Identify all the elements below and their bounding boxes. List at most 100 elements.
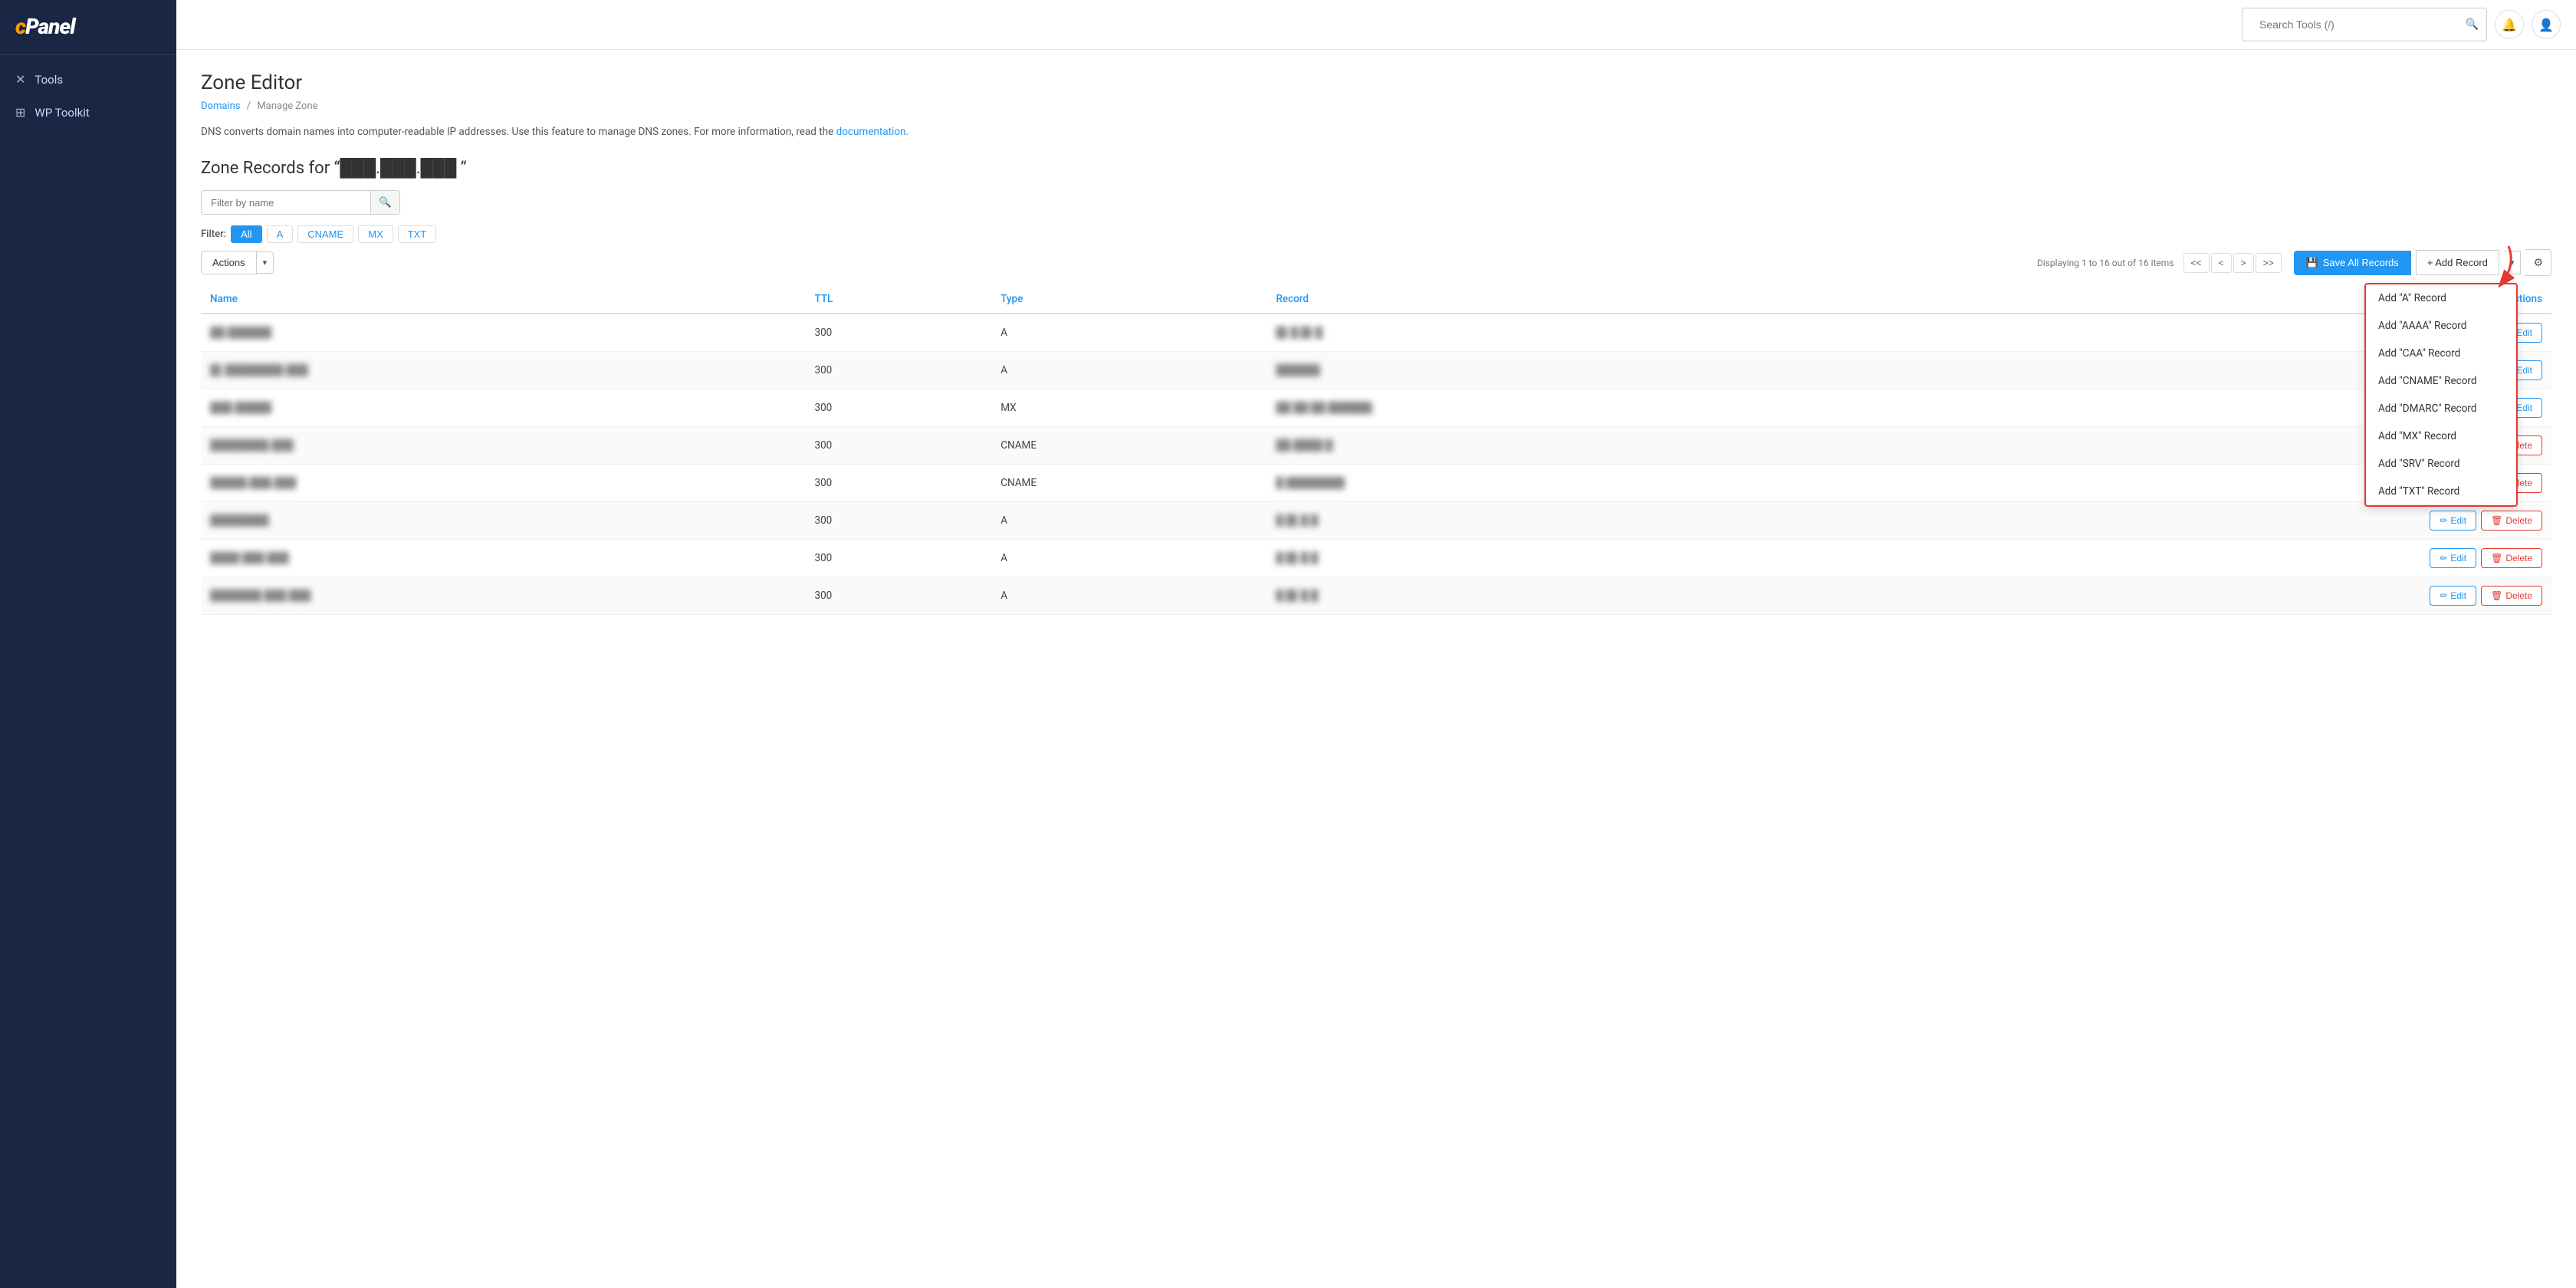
pagination-first-button[interactable]: << bbox=[2183, 253, 2210, 273]
pagination: << < > >> bbox=[2183, 253, 2282, 273]
filter-all-button[interactable]: All bbox=[231, 225, 261, 243]
cell-ttl: 300 bbox=[805, 389, 991, 427]
notification-button[interactable]: 🔔 bbox=[2495, 10, 2524, 39]
cell-actions: ✏ Edit 🗑 Delete bbox=[1888, 502, 2551, 540]
description-text: DNS converts domain names into computer-… bbox=[201, 124, 2551, 140]
documentation-link[interactable]: documentation bbox=[836, 126, 906, 138]
pencil-icon: ✏ bbox=[2440, 553, 2447, 564]
add-a-record-item[interactable]: Add "A" Record bbox=[2366, 284, 2516, 312]
search-tools-input[interactable] bbox=[2250, 13, 2466, 36]
sidebar-nav: ✕ Tools ⊞ WP Toolkit bbox=[0, 55, 176, 136]
wp-toolkit-icon: ⊞ bbox=[15, 105, 25, 120]
sidebar-item-tools[interactable]: ✕ Tools bbox=[0, 63, 176, 96]
pencil-icon: ✏ bbox=[2440, 515, 2447, 526]
cell-record: ██.██ ██.██████. . bbox=[1267, 389, 1888, 427]
edit-button-row-6[interactable]: ✏ Edit bbox=[2430, 548, 2476, 568]
user-menu-button[interactable]: 👤 bbox=[2532, 10, 2561, 39]
cell-ttl: 300 bbox=[805, 577, 991, 615]
breadcrumb-current: Manage Zone bbox=[257, 100, 317, 112]
add-mx-record-item[interactable]: Add "MX" Record bbox=[2366, 422, 2516, 450]
cell-ttl: 300 bbox=[805, 465, 991, 502]
delete-button-row-6[interactable]: 🗑 Delete bbox=[2481, 548, 2542, 568]
cell-type: A bbox=[991, 352, 1267, 389]
actions-button[interactable]: Actions bbox=[201, 251, 257, 274]
cell-name: ████████. bbox=[201, 502, 805, 540]
delete-button-row-5[interactable]: 🗑 Delete bbox=[2481, 511, 2542, 531]
table-row: ███████.███.███ 300 A █.█▌█.█ ✏ Edit 🗑 D… bbox=[201, 577, 2551, 615]
table-row: ████████.███ 300 CNAME ██.████.█ ✏ Edit … bbox=[201, 427, 2551, 465]
add-cname-record-item[interactable]: Add "CNAME" Record bbox=[2366, 367, 2516, 395]
actions-caret-button[interactable]: ▾ bbox=[257, 251, 274, 274]
page-title: Zone Editor bbox=[201, 71, 2551, 94]
settings-gear-button[interactable]: ⚙ bbox=[2525, 249, 2551, 276]
sidebar-item-tools-label: Tools bbox=[34, 73, 63, 87]
add-aaaa-record-item[interactable]: Add "AAAA" Record bbox=[2366, 312, 2516, 340]
cell-actions: ✏ Edit 🗑 Delete bbox=[1888, 577, 2551, 615]
col-name: Name bbox=[201, 285, 805, 314]
cell-record: █.█▌█.█ bbox=[1267, 502, 1888, 540]
pagination-prev-button[interactable]: < bbox=[2211, 253, 2232, 273]
edit-button-row-7[interactable]: ✏ Edit bbox=[2430, 586, 2476, 606]
table-row: █▌████████.███ 300 A ██████ ✏ Edit bbox=[201, 352, 2551, 389]
filter-a-button[interactable]: A bbox=[267, 225, 294, 243]
cell-name: █████.███.███ bbox=[201, 465, 805, 502]
tools-icon: ✕ bbox=[15, 72, 25, 87]
filter-search-button[interactable]: 🔍 bbox=[370, 191, 399, 214]
cell-name: █▌████████.███ bbox=[201, 352, 805, 389]
add-record-caret-button[interactable]: ▾ bbox=[2504, 251, 2522, 274]
pagination-next-button[interactable]: > bbox=[2233, 253, 2254, 273]
filter-txt-button[interactable]: TXT bbox=[398, 225, 437, 243]
zone-records-title: Zone Records for “███.███.███ ” bbox=[201, 158, 2551, 178]
cell-record: █.█▌█.█ bbox=[1267, 577, 1888, 615]
user-icon: 👤 bbox=[2538, 18, 2554, 32]
edit-button-row-5[interactable]: ✏ Edit bbox=[2430, 511, 2476, 531]
toolbar-right: Displaying 1 to 16 out of 16 items << < … bbox=[2037, 249, 2551, 276]
search-box[interactable]: 🔍 bbox=[2242, 8, 2487, 41]
sidebar-logo: cPanel bbox=[0, 0, 176, 55]
pagination-last-button[interactable]: >> bbox=[2256, 253, 2282, 273]
sidebar-item-wp-toolkit[interactable]: ⊞ WP Toolkit bbox=[0, 96, 176, 129]
pagination-info: Displaying 1 to 16 out of 16 items bbox=[2037, 258, 2174, 268]
trash-icon: 🗑 bbox=[2491, 515, 2502, 526]
cell-type: A bbox=[991, 577, 1267, 615]
filter-mx-button[interactable]: MX bbox=[358, 225, 393, 243]
filter-name-input[interactable] bbox=[202, 192, 370, 214]
cell-type: MX bbox=[991, 389, 1267, 427]
cell-name: ████████.███ bbox=[201, 427, 805, 465]
add-txt-record-item[interactable]: Add "TXT" Record bbox=[2366, 478, 2516, 505]
actions-dropdown: Actions ▾ bbox=[201, 251, 274, 274]
sidebar-item-wp-toolkit-label: WP Toolkit bbox=[34, 106, 89, 120]
cell-name: ██.██████ bbox=[201, 314, 805, 352]
cell-ttl: 300 bbox=[805, 502, 991, 540]
add-record-button[interactable]: + Add Record bbox=[2416, 250, 2499, 275]
table-row: █████.███.███ 300 CNAME █.████████ ✏ Edi… bbox=[201, 465, 2551, 502]
save-all-records-button[interactable]: 💾 Save All Records bbox=[2294, 251, 2411, 275]
cell-type: A bbox=[991, 540, 1267, 577]
cell-record: █▌█ █▌█ bbox=[1267, 314, 1888, 352]
sidebar: cPanel ✕ Tools ⊞ WP Toolkit bbox=[0, 0, 176, 1288]
trash-icon: 🗑 bbox=[2491, 590, 2502, 601]
cell-ttl: 300 bbox=[805, 540, 991, 577]
table-header-row: Name TTL Type Record Actions bbox=[201, 285, 2551, 314]
cell-record: ██████ bbox=[1267, 352, 1888, 389]
pencil-icon: ✏ bbox=[2440, 590, 2447, 601]
add-dmarc-record-item[interactable]: Add "DMARC" Record bbox=[2366, 395, 2516, 422]
filter-types: Filter: All A CNAME MX TXT bbox=[201, 225, 2551, 243]
trash-icon: 🗑 bbox=[2491, 553, 2502, 564]
bell-icon: 🔔 bbox=[2502, 18, 2517, 32]
add-caa-record-item[interactable]: Add "CAA" Record bbox=[2366, 340, 2516, 367]
breadcrumb-domains-link[interactable]: Domains bbox=[201, 100, 240, 112]
table-row: ███.█████ 300 MX ██.██ ██.██████. . ✏ Ed… bbox=[201, 389, 2551, 427]
breadcrumb: Domains / Manage Zone bbox=[201, 100, 2551, 112]
add-srv-record-item[interactable]: Add "SRV" Record bbox=[2366, 450, 2516, 478]
filter-cname-button[interactable]: CNAME bbox=[297, 225, 353, 243]
cell-type: A bbox=[991, 314, 1267, 352]
search-icon: 🔍 bbox=[2466, 18, 2479, 31]
cell-name: ███████.███.███ bbox=[201, 577, 805, 615]
cell-name: ███.█████ bbox=[201, 389, 805, 427]
filter-input-wrap: 🔍 bbox=[201, 190, 400, 215]
add-record-dropdown: Add "A" Record Add "AAAA" Record Add "CA… bbox=[2364, 283, 2518, 507]
cell-ttl: 300 bbox=[805, 427, 991, 465]
table-row: ██.██████ 300 A █▌█ █▌█ ✏ Edit bbox=[201, 314, 2551, 352]
delete-button-row-7[interactable]: 🗑 Delete bbox=[2481, 586, 2542, 606]
